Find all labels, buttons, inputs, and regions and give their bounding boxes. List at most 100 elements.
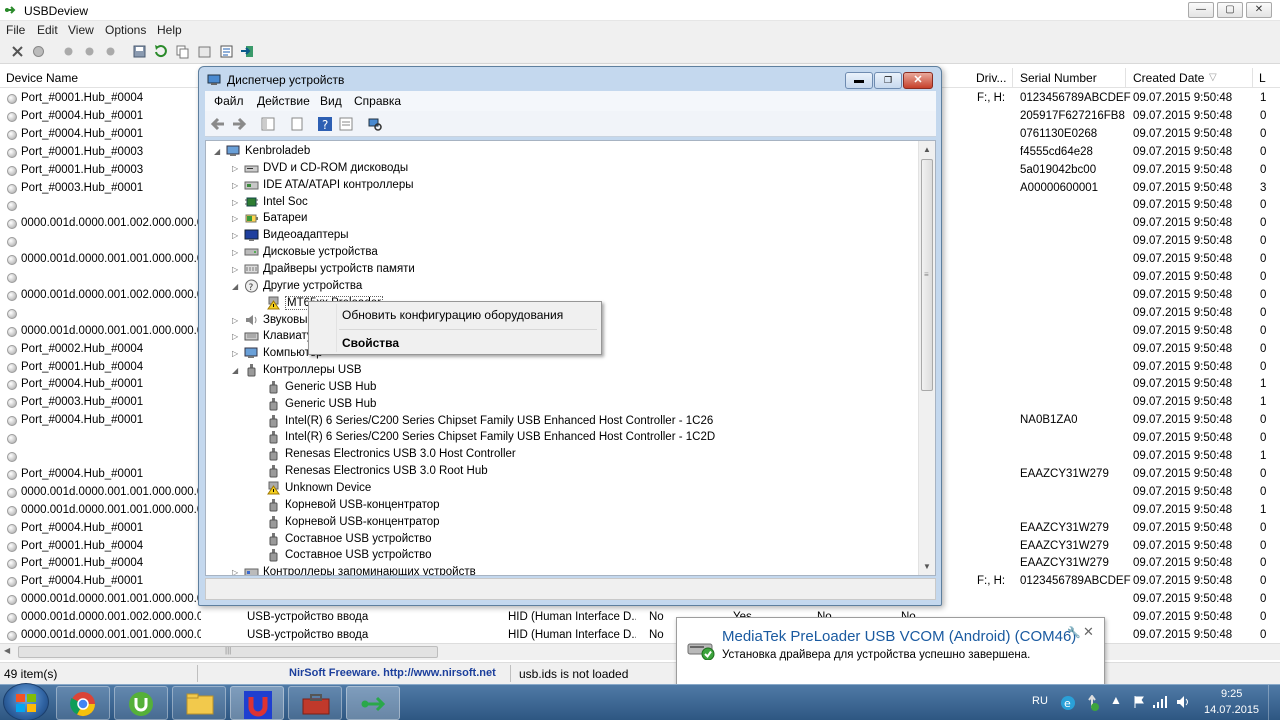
dm-menu-file[interactable]: Файл xyxy=(214,94,244,108)
properties-icon[interactable] xyxy=(289,116,305,132)
column-separator[interactable] xyxy=(1252,68,1253,88)
expand-arrow-icon[interactable]: ▷ xyxy=(232,349,238,358)
usbdeview-titlebar[interactable]: USBDeview — ▢ ✕ xyxy=(0,0,1280,21)
expand-arrow-icon[interactable]: ▷ xyxy=(232,198,238,207)
refresh-icon[interactable] xyxy=(153,44,168,59)
menu-item-scan-hardware[interactable]: Обновить конфигурацию оборудования xyxy=(342,308,563,322)
enable-icon[interactable] xyxy=(82,44,97,59)
table-cell: 0000.001d.0000.001.001.000.000.000.000 xyxy=(21,485,201,498)
clock-time[interactable]: 9:25 xyxy=(1221,688,1242,700)
taskbar-chrome[interactable] xyxy=(56,686,110,720)
table-cell: Port_#0002.Hub_#0004 xyxy=(21,342,144,355)
close-button[interactable]: ✕ xyxy=(1246,2,1272,18)
dm-menu-help[interactable]: Справка xyxy=(354,94,401,108)
tree-node-label: DVD и CD-ROM дисководы xyxy=(263,161,409,174)
column-device-name[interactable]: Device Name xyxy=(6,71,78,85)
dm-menu-action[interactable]: Действие xyxy=(257,94,310,108)
menu-item-properties[interactable]: Свойства xyxy=(342,336,399,350)
taskbar-utorrent[interactable] xyxy=(114,686,168,720)
copy-icon[interactable] xyxy=(175,44,190,59)
disable-icon[interactable] xyxy=(61,44,76,59)
taskbar-toolbox[interactable] xyxy=(288,686,342,720)
column-created-date[interactable]: Created Date xyxy=(1133,71,1204,85)
show-hide-tree-icon[interactable] xyxy=(260,116,276,132)
expand-arrow-icon[interactable]: ▷ xyxy=(232,316,238,325)
ie-tray-icon[interactable]: e xyxy=(1060,695,1076,711)
volume-icon[interactable] xyxy=(1176,695,1192,709)
toggle-icon[interactable] xyxy=(103,44,118,59)
scroll-up-icon[interactable]: ▲ xyxy=(923,145,931,154)
menu-help[interactable]: Help xyxy=(157,23,182,37)
table-cell: 0 xyxy=(1260,557,1267,570)
device-status-icon xyxy=(7,541,17,552)
forward-icon[interactable] xyxy=(231,116,247,132)
expand-arrow-icon[interactable]: ▷ xyxy=(232,181,238,190)
usb-icon xyxy=(269,498,278,512)
collapse-arrow-icon[interactable]: ◢ xyxy=(214,147,220,156)
collapse-arrow-icon[interactable]: ◢ xyxy=(232,282,238,291)
expand-arrow-icon[interactable]: ▷ xyxy=(232,248,238,257)
taskbar-usbdeview[interactable] xyxy=(346,686,400,720)
dm-scroll-thumb[interactable]: ≡ xyxy=(921,159,933,391)
options-icon[interactable]: 🔧 xyxy=(1067,626,1081,639)
menu-view[interactable]: View xyxy=(68,23,94,37)
expand-arrow-icon[interactable]: ▷ xyxy=(232,214,238,223)
device-status-icon xyxy=(7,613,17,624)
help-icon[interactable]: ? xyxy=(317,116,333,132)
menu-file[interactable]: File xyxy=(6,23,25,37)
properties-icon[interactable] xyxy=(219,44,234,59)
table-cell: USB-устройство ввода xyxy=(247,611,369,624)
driver-installed-notification[interactable]: MediaTek PreLoader USB VCOM (Android) (C… xyxy=(676,617,1105,687)
notification-close-icon[interactable]: ✕ xyxy=(1083,624,1094,640)
scan-hardware-icon[interactable] xyxy=(367,116,383,132)
show-details-icon[interactable] xyxy=(338,116,354,132)
language-indicator[interactable]: RU xyxy=(1032,695,1048,707)
html-report-icon[interactable] xyxy=(197,44,212,59)
table-cell: 1 xyxy=(1260,92,1267,104)
table-cell: 09.07.2015 9:50:48 xyxy=(1133,557,1233,570)
expand-arrow-icon[interactable]: ▷ xyxy=(232,164,238,173)
taskbar-explorer[interactable] xyxy=(172,686,226,720)
column-last[interactable]: L xyxy=(1259,71,1266,85)
show-hidden-icons[interactable]: ▲ xyxy=(1110,693,1122,707)
action-center-icon[interactable] xyxy=(1132,695,1146,709)
scroll-down-icon[interactable]: ▼ xyxy=(923,562,931,571)
scroll-thumb[interactable]: ||| xyxy=(18,646,438,658)
expand-arrow-icon[interactable]: ▷ xyxy=(232,568,238,575)
back-icon[interactable] xyxy=(210,116,226,132)
exit-icon[interactable] xyxy=(240,44,255,59)
dm-menubar: Файл Действие Вид Справка xyxy=(205,91,936,111)
show-desktop-button[interactable] xyxy=(1268,685,1280,720)
nirsoft-link[interactable]: NirSoft Freeware. http://www.nirsoft.net xyxy=(289,667,496,679)
expand-arrow-icon[interactable]: ▷ xyxy=(232,231,238,240)
taskbar-device-manager[interactable] xyxy=(230,686,284,720)
save-icon[interactable] xyxy=(132,44,147,59)
table-cell: Port_#0001.Hub_#0003 xyxy=(21,163,144,176)
table-cell: Port_#0004.Hub_#0001 xyxy=(21,127,144,140)
usb-tray-icon[interactable] xyxy=(1084,695,1100,711)
dm-close-button[interactable]: ✕ xyxy=(903,72,933,89)
menu-options[interactable]: Options xyxy=(105,23,146,37)
maximize-button[interactable]: ▢ xyxy=(1217,2,1243,18)
usb-icon xyxy=(269,397,278,411)
network-icon[interactable] xyxy=(1152,695,1168,709)
disconnect-icon[interactable] xyxy=(10,44,25,59)
column-separator[interactable] xyxy=(1012,68,1013,88)
column-drive[interactable]: Driv... xyxy=(976,71,1006,85)
expand-arrow-icon[interactable]: ▷ xyxy=(232,265,238,274)
collapse-arrow-icon[interactable]: ◢ xyxy=(232,366,238,375)
dm-menu-view[interactable]: Вид xyxy=(320,94,342,108)
column-serial-number[interactable]: Serial Number xyxy=(1020,71,1097,85)
clock-date[interactable]: 14.07.2015 xyxy=(1204,704,1259,716)
menu-edit[interactable]: Edit xyxy=(37,23,58,37)
scroll-left-icon[interactable]: ◀ xyxy=(4,646,10,655)
uninstall-icon[interactable] xyxy=(31,44,46,59)
start-button[interactable] xyxy=(3,683,49,720)
dm-maximize-button[interactable]: ❐ xyxy=(874,72,902,89)
dm-vertical-scrollbar[interactable]: ▲ ≡ ▼ xyxy=(918,141,935,575)
dm-minimize-button[interactable]: ▬ xyxy=(845,72,873,89)
minimize-button[interactable]: — xyxy=(1188,2,1214,18)
expand-arrow-icon[interactable]: ▷ xyxy=(232,332,238,341)
table-cell: 0 xyxy=(1260,360,1267,373)
column-separator[interactable] xyxy=(1125,68,1126,88)
